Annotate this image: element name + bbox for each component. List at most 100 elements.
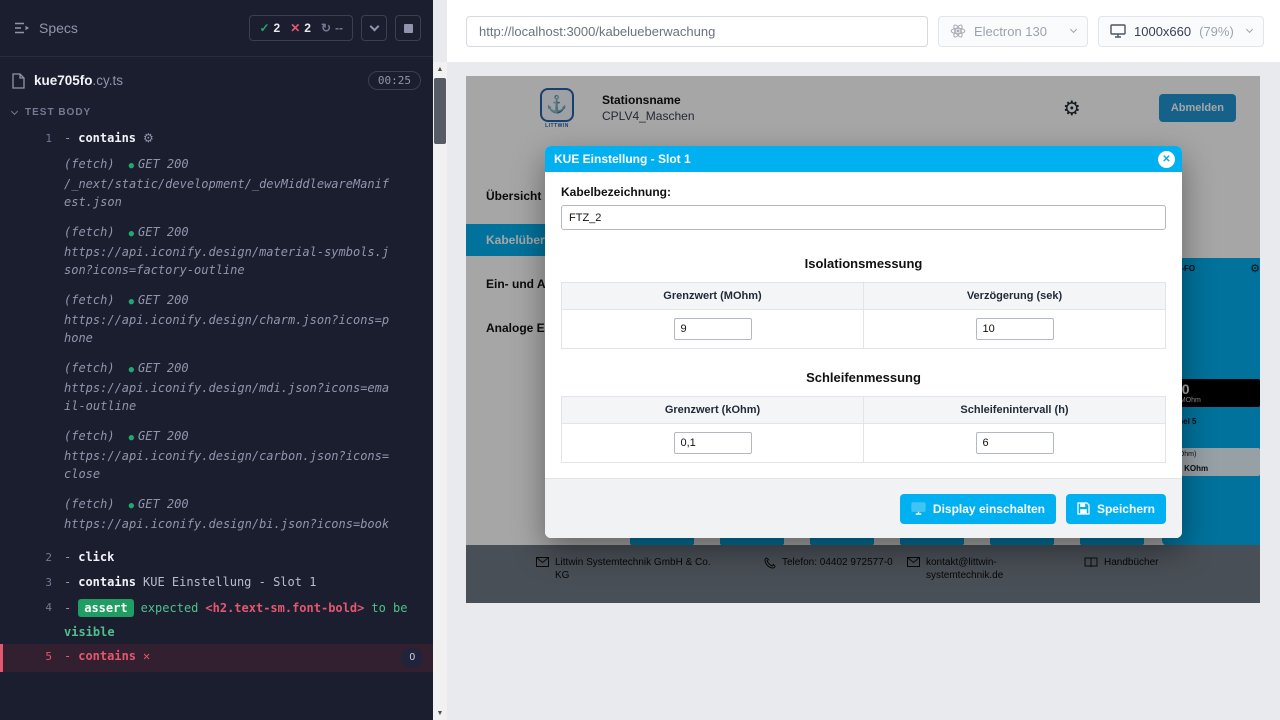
floppy-icon xyxy=(1077,502,1090,515)
sidebar-scrollbar[interactable]: ▲ ▼ xyxy=(433,62,447,720)
fetch-url: https://api.iconify.design/material-symb… xyxy=(64,243,394,279)
gear-icon: ⚙ xyxy=(143,130,154,146)
browser-select[interactable]: Electron 130 xyxy=(938,16,1088,47)
loop-interval-input[interactable] xyxy=(976,432,1054,454)
section-title-schleife: Schleifenmessung xyxy=(561,370,1166,385)
command-dash: - xyxy=(64,574,71,590)
command-name: contains xyxy=(78,574,136,590)
collapse-button[interactable] xyxy=(361,15,387,41)
right-region: Electron 130 1000x660 (79%) ⚓ LITTWIN xyxy=(447,0,1280,720)
failed-icon: ✕ xyxy=(290,21,300,35)
column-header: Grenzwert (kOhm) xyxy=(562,397,864,424)
status-dot-icon: ● xyxy=(129,161,134,171)
url-input[interactable] xyxy=(479,24,915,39)
status-dot-icon: ● xyxy=(129,501,134,511)
passed-count: 2 xyxy=(274,21,281,35)
command-log: 1 - contains ⚙ (fetch) ● GET 200 /_next/st… xyxy=(0,126,433,672)
command-row-assert[interactable]: 4 - assert expected <h2.text-sm.font-bol… xyxy=(0,595,433,644)
cable-name-label: Kabelbezeichnung: xyxy=(561,185,1166,199)
aut-stage: ⚓ LITTWIN Stationsname CPLV4_Maschen ⚙ A… xyxy=(447,62,1280,720)
cypress-topbar: Specs ✓2 ✕2 ↻-- xyxy=(0,0,433,57)
display-icon xyxy=(911,502,926,515)
specs-label: Specs xyxy=(39,20,78,36)
specs-menu[interactable]: Specs xyxy=(14,20,78,36)
electron-icon xyxy=(950,23,966,39)
status-dot-icon: ● xyxy=(129,229,134,239)
command-row-contains-failed[interactable]: 5 - contains ✕ 0 xyxy=(0,644,433,672)
loop-table: Grenzwert (kOhm) Schleifenintervall (h) xyxy=(561,396,1166,463)
fetch-label: (fetch) xyxy=(64,427,115,445)
test-body-label: TEST BODY xyxy=(25,107,91,118)
fetch-url: https://api.iconify.design/bi.json?icons… xyxy=(64,515,394,533)
command-row-contains-1[interactable]: 1 - contains ⚙ xyxy=(0,126,433,151)
command-row-click[interactable]: 2 - click xyxy=(0,545,433,570)
stop-icon xyxy=(404,24,413,33)
status-dot-icon: ● xyxy=(129,365,134,375)
scroll-up-arrow[interactable]: ▲ xyxy=(433,62,447,76)
kue-settings-modal: KUE Einstellung - Slot 1 ✕ Kabelbezeichn… xyxy=(545,146,1182,538)
chevron-down-icon xyxy=(1070,26,1077,33)
command-name: contains xyxy=(78,648,136,664)
passed-icon: ✓ xyxy=(259,21,269,35)
fetch-status: GET 200 xyxy=(138,361,189,375)
fetch-label: (fetch) xyxy=(64,359,115,377)
modal-title: KUE Einstellung - Slot 1 xyxy=(554,152,691,166)
pending-icon: ↻ xyxy=(321,21,331,35)
line-number: 1 xyxy=(0,130,52,147)
monitor-icon xyxy=(1110,24,1126,38)
spec-file-icon xyxy=(12,73,25,89)
fetch-log-entry[interactable]: (fetch)●GET 200 https://api.iconify.desi… xyxy=(64,223,433,279)
modal-body: Kabelbezeichnung: Isolationsmessung Gren… xyxy=(545,172,1182,478)
viewport-select[interactable]: 1000x660 (79%) xyxy=(1098,16,1264,47)
test-body-toggle[interactable]: TEST BODY xyxy=(12,107,421,118)
save-label: Speichern xyxy=(1097,502,1155,516)
pending-count: -- xyxy=(335,21,343,35)
command-dash: - xyxy=(64,130,71,146)
spec-timer: 00:25 xyxy=(368,71,421,90)
modal-footer: Display einschalten Speichern xyxy=(545,478,1182,538)
scrollbar-thumb[interactable] xyxy=(434,78,446,144)
test-stats[interactable]: ✓2 ✕2 ↻-- xyxy=(249,15,353,41)
fetch-log-entry[interactable]: (fetch) ● GET 200 /_next/static/developmen… xyxy=(64,155,433,211)
fetch-url: /_next/static/development/_devMiddleware… xyxy=(64,175,394,211)
status-dot-icon: ● xyxy=(129,297,134,307)
spec-name: kue705fo.cy.ts xyxy=(34,73,123,88)
fetch-status: GET 200 xyxy=(138,157,189,171)
close-icon[interactable]: ✕ xyxy=(1158,151,1175,168)
command-name: contains xyxy=(78,130,136,146)
loop-limit-input[interactable] xyxy=(674,432,752,454)
fetch-log-entry[interactable]: (fetch)●GET 200 https://api.iconify.desi… xyxy=(64,427,433,483)
fetch-label: (fetch) xyxy=(64,155,115,173)
specs-list-icon xyxy=(14,21,30,35)
line-number: 2 xyxy=(0,549,52,566)
fetch-status: GET 200 xyxy=(138,429,189,443)
url-bar[interactable] xyxy=(466,16,928,47)
isolation-table: Grenzwert (MOhm) Verzögerung (sek) xyxy=(561,282,1166,349)
spec-file-row[interactable]: kue705fo.cy.ts 00:25 xyxy=(12,71,421,90)
column-header: Grenzwert (MOhm) xyxy=(562,283,864,310)
stop-button[interactable] xyxy=(395,15,421,41)
fetch-log-entry[interactable]: (fetch)●GET 200 https://api.iconify.desi… xyxy=(64,495,433,533)
fetch-log-entry[interactable]: (fetch)●GET 200 https://api.iconify.desi… xyxy=(64,359,433,415)
command-row-contains-2[interactable]: 3 - contains KUE Einstellung - Slot 1 xyxy=(0,570,433,595)
column-header: Verzögerung (sek) xyxy=(864,283,1166,310)
viewport-size: 1000x660 xyxy=(1134,24,1191,39)
chevron-down-icon xyxy=(11,107,18,114)
retry-count-badge: 0 xyxy=(401,648,423,668)
cable-name-input[interactable] xyxy=(561,205,1166,230)
fetch-log-entry[interactable]: (fetch)●GET 200 https://api.iconify.desi… xyxy=(64,291,433,347)
section-title-isolation: Isolationsmessung xyxy=(561,256,1166,271)
scroll-down-arrow[interactable]: ▼ xyxy=(433,706,447,720)
assert-expected: expected xyxy=(141,600,199,616)
isolation-limit-input[interactable] xyxy=(674,318,752,340)
fetch-status: GET 200 xyxy=(138,225,189,239)
fail-x-icon: ✕ xyxy=(143,648,150,664)
isolation-delay-input[interactable] xyxy=(976,318,1054,340)
chevron-down-icon xyxy=(369,22,379,32)
save-button[interactable]: Speichern xyxy=(1066,494,1166,524)
line-number: 3 xyxy=(0,574,52,591)
assert-condition: visible xyxy=(64,624,115,640)
display-on-button[interactable]: Display einschalten xyxy=(900,494,1056,524)
cypress-sidebar: Specs ✓2 ✕2 ↻-- kue705fo.cy.ts 00:25 TES… xyxy=(0,0,433,720)
fetch-url: https://api.iconify.design/carbon.json?i… xyxy=(64,447,394,483)
